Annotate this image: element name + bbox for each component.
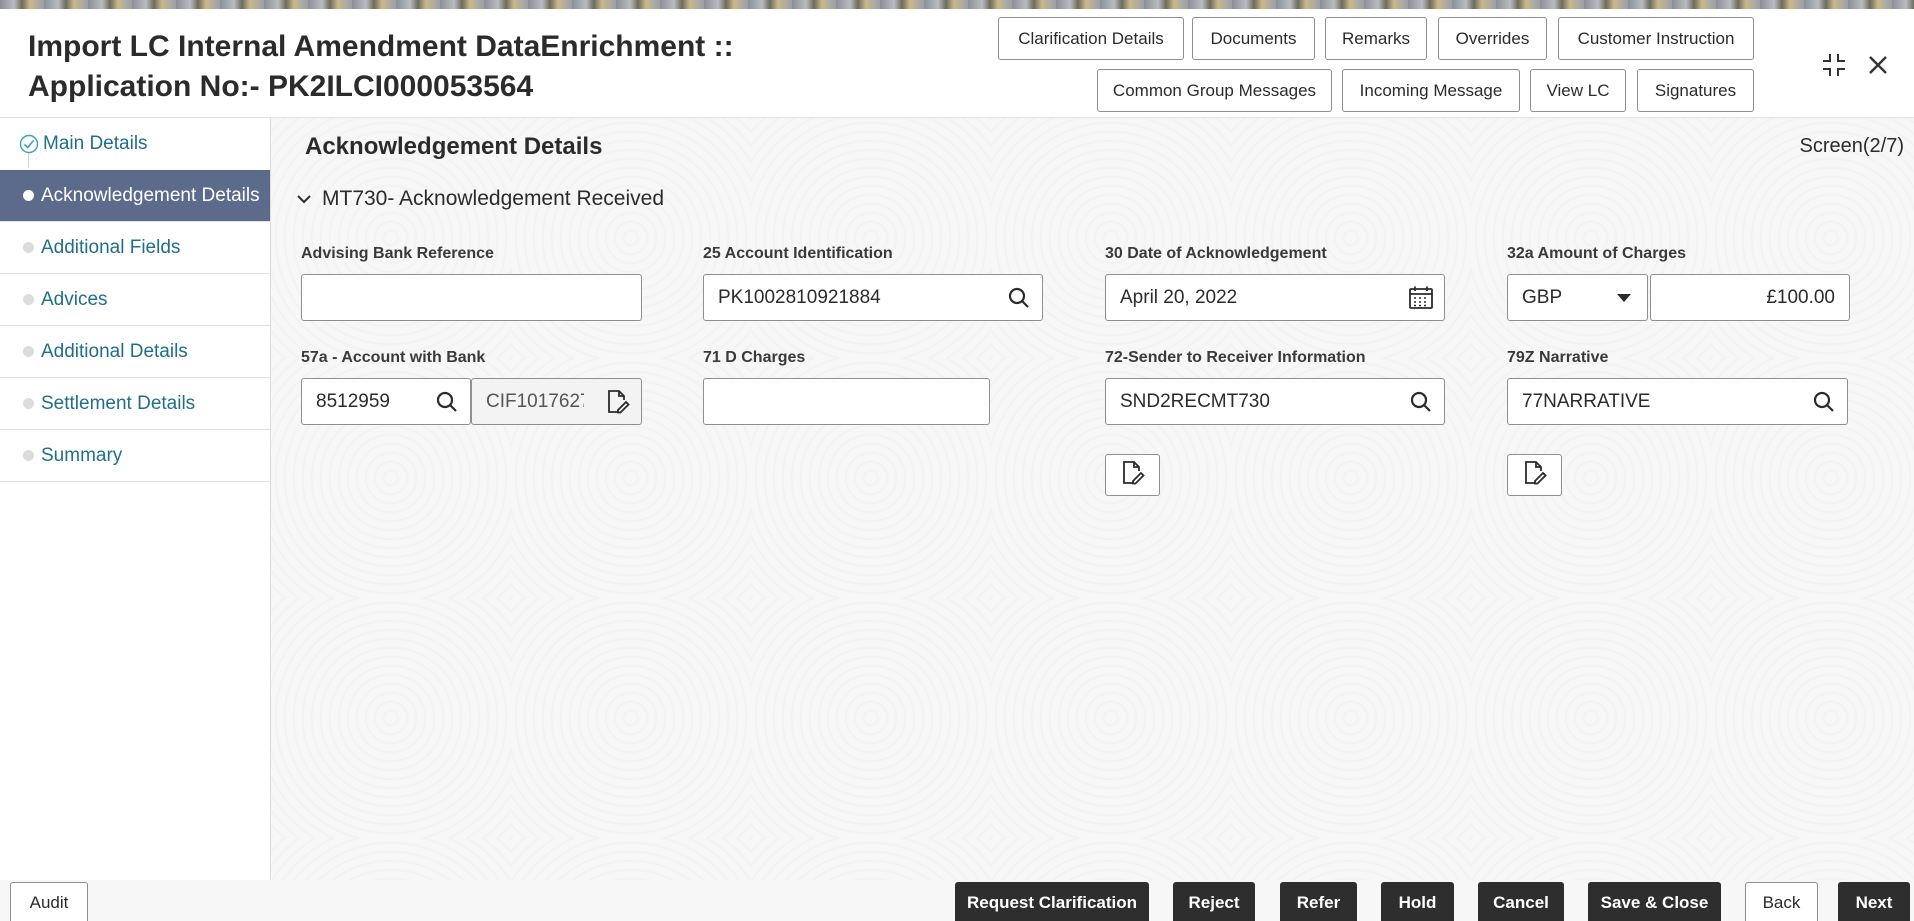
sidebar-item-label: Summary — [41, 444, 123, 466]
step-dot — [23, 398, 34, 409]
sidebar-item-additional-details[interactable]: Additional Details — [0, 326, 270, 378]
subsection-title[interactable]: MT730- Acknowledgement Received — [322, 187, 664, 211]
sender-to-receiver-input[interactable]: SND2RECMT730 — [1105, 378, 1445, 425]
narrative-79z-value: 77NARRATIVE — [1522, 390, 1651, 412]
search-icon[interactable] — [434, 389, 460, 415]
sidebar-item-label: Additional Details — [41, 340, 188, 362]
account-with-bank-label: 57a - Account with Bank — [301, 349, 486, 366]
action-footer: Audit Request Clarification Reject Refer… — [0, 880, 1914, 921]
date-of-acknowledgement-input[interactable]: April 20, 2022 — [1105, 274, 1445, 321]
search-icon[interactable] — [1006, 285, 1032, 311]
sidebar-item-label: Acknowledgement Details — [41, 184, 260, 206]
documents-button[interactable]: Documents — [1192, 17, 1315, 60]
caret-down-icon[interactable] — [1611, 285, 1637, 311]
main-content: Acknowledgement Details Screen(2/7) MT73… — [271, 118, 1914, 880]
edit-document-icon[interactable] — [605, 389, 631, 415]
sidebar-item-acknowledgement-details[interactable]: Acknowledgement Details — [0, 170, 270, 222]
date-of-acknowledgement-value: April 20, 2022 — [1120, 286, 1238, 308]
sidebar-item-label: Main Details — [43, 133, 148, 154]
narrative-79z-edit-button[interactable] — [1507, 454, 1562, 496]
close-icon[interactable] — [1862, 49, 1894, 81]
check-circle-icon — [19, 134, 39, 154]
incoming-message-button[interactable]: Incoming Message — [1342, 69, 1520, 112]
sidebar-item-main-details[interactable]: Main Details — [0, 118, 270, 170]
audit-button[interactable]: Audit — [10, 882, 88, 921]
advising-bank-reference-label: Advising Bank Reference — [301, 245, 494, 262]
account-identification-value: PK1002810921884 — [718, 286, 881, 308]
next-button[interactable]: Next — [1838, 882, 1910, 921]
account-with-bank-cif-input[interactable]: CIF1017627 — [471, 378, 642, 425]
request-clarification-button[interactable]: Request Clarification — [955, 882, 1149, 921]
navigation-sidebar: Main Details Acknowledgement Details Add… — [0, 118, 271, 880]
narrative-79z-label: 79Z Narrative — [1507, 349, 1609, 366]
page-header: Import LC Internal Amendment DataEnrichm… — [0, 9, 1914, 118]
common-group-messages-button[interactable]: Common Group Messages — [1097, 69, 1332, 112]
page-title: Import LC Internal Amendment DataEnrichm… — [28, 27, 734, 107]
step-dot — [23, 346, 34, 357]
sidebar-item-label: Settlement Details — [41, 392, 196, 414]
sidebar-item-label: Advices — [41, 288, 108, 310]
charges-71d-input[interactable] — [703, 378, 990, 425]
account-with-bank-code-value: 8512959 — [316, 390, 390, 412]
currency-value: GBP — [1522, 286, 1563, 308]
clarification-details-button[interactable]: Clarification Details — [998, 17, 1184, 60]
sender-to-receiver-value: SND2RECMT730 — [1120, 390, 1270, 412]
sidebar-item-label: Additional Fields — [41, 236, 181, 258]
chevron-down-icon[interactable] — [295, 190, 313, 208]
account-identification-input[interactable]: PK1002810921884 — [703, 274, 1043, 321]
sidebar-item-settlement-details[interactable]: Settlement Details — [0, 378, 270, 430]
reject-button[interactable]: Reject — [1173, 882, 1255, 921]
cancel-button[interactable]: Cancel — [1478, 882, 1564, 921]
customer-instruction-button[interactable]: Customer Instruction — [1558, 17, 1754, 60]
step-dot — [23, 450, 34, 461]
date-of-acknowledgement-label: 30 Date of Acknowledgement — [1105, 245, 1327, 262]
back-button[interactable]: Back — [1745, 882, 1818, 921]
search-icon[interactable] — [1408, 389, 1434, 415]
advising-bank-reference-input[interactable] — [301, 274, 642, 321]
calendar-icon[interactable] — [1408, 285, 1434, 311]
narrative-79z-input[interactable]: 77NARRATIVE — [1507, 378, 1848, 425]
currency-select[interactable]: GBP — [1507, 274, 1648, 321]
view-lc-button[interactable]: View LC — [1530, 69, 1626, 112]
signatures-button[interactable]: Signatures — [1637, 69, 1754, 112]
account-with-bank-code-input[interactable]: 8512959 — [301, 378, 471, 425]
amount-of-charges-input[interactable]: £100.00 — [1650, 274, 1850, 321]
step-dot — [23, 242, 34, 253]
amount-of-charges-value: £100.00 — [1766, 286, 1835, 308]
hold-button[interactable]: Hold — [1381, 882, 1454, 921]
edit-document-icon — [1523, 460, 1547, 491]
step-dot — [23, 294, 34, 305]
sidebar-item-advices[interactable]: Advices — [0, 274, 270, 326]
section-title: Acknowledgement Details — [305, 133, 603, 160]
screen-indicator: Screen(2/7) — [1799, 135, 1905, 157]
refer-button[interactable]: Refer — [1280, 882, 1357, 921]
sidebar-item-summary[interactable]: Summary — [0, 430, 270, 482]
remarks-button[interactable]: Remarks — [1325, 17, 1427, 60]
page-title-line2: Application No:- PK2ILCI000053564 — [28, 70, 534, 103]
charges-71d-label: 71 D Charges — [703, 349, 806, 366]
sidebar-item-additional-fields[interactable]: Additional Fields — [0, 222, 270, 274]
sender-to-receiver-label: 72-Sender to Receiver Information — [1105, 349, 1366, 366]
account-identification-label: 25 Account Identification — [703, 245, 893, 262]
amount-of-charges-label: 32a Amount of Charges — [1507, 245, 1686, 262]
edit-document-icon — [1121, 460, 1145, 491]
page-title-line1: Import LC Internal Amendment DataEnrichm… — [28, 30, 734, 63]
step-dot — [23, 190, 34, 201]
sender-to-receiver-edit-button[interactable] — [1105, 454, 1160, 496]
top-banner-strip — [0, 0, 1914, 9]
search-icon[interactable] — [1811, 389, 1837, 415]
account-with-bank-cif-value: CIF1017627 — [486, 390, 584, 412]
overrides-button[interactable]: Overrides — [1438, 17, 1547, 60]
save-close-button[interactable]: Save & Close — [1588, 882, 1721, 921]
collapse-arrows-icon[interactable] — [1818, 49, 1850, 81]
